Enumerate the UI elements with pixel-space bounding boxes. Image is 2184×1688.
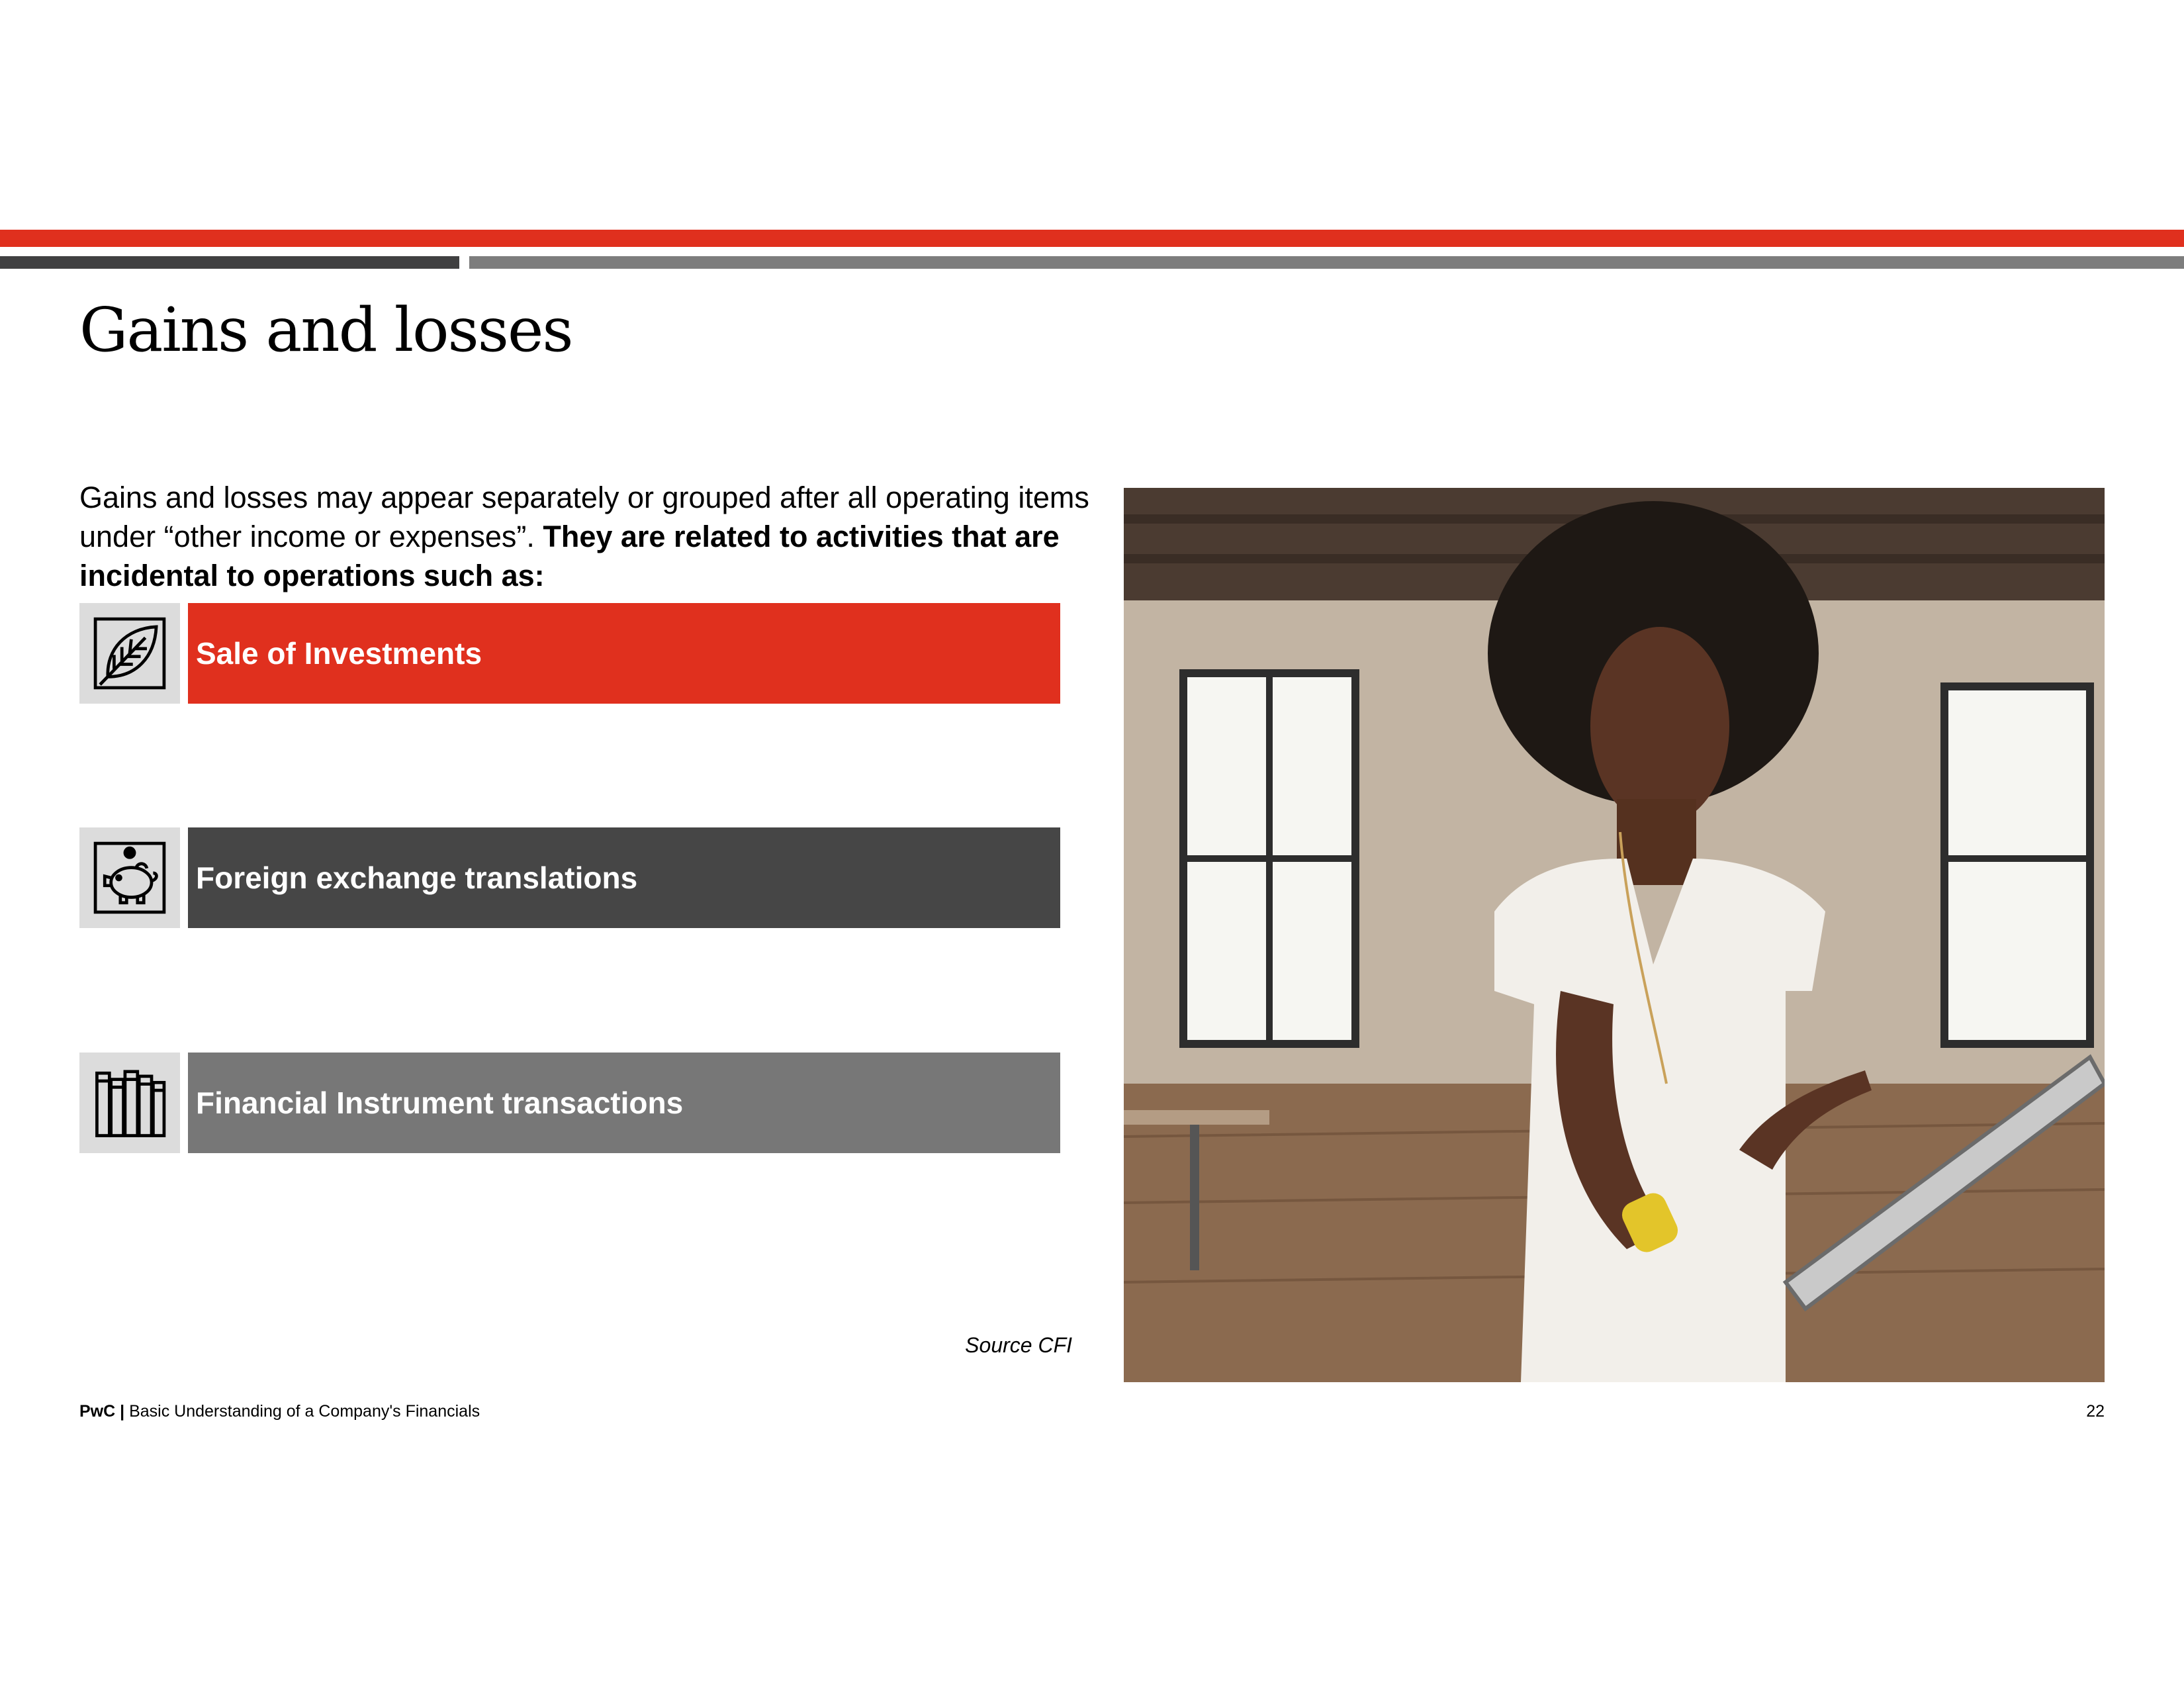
header-rule-dark [0, 256, 459, 269]
intro-paragraph: Gains and losses may appear separately o… [79, 478, 1092, 595]
books-icon [79, 1053, 180, 1153]
item-financial-instrument-transactions: Financial Instrument transactions [188, 1053, 1060, 1153]
slide-title: Gains and losses [79, 295, 574, 365]
source-note: Source CFI [965, 1333, 1072, 1357]
header-rule-grey [469, 256, 2184, 269]
item-label: Financial Instrument transactions [196, 1086, 684, 1120]
item-foreign-exchange-translations: Foreign exchange translations [188, 827, 1060, 928]
item-label: Sale of Investments [196, 636, 482, 671]
item-label: Foreign exchange translations [196, 861, 638, 895]
header-rule-red [0, 230, 2184, 247]
page-number: 22 [2086, 1402, 2105, 1421]
woman-with-tablet-photo [1124, 488, 2105, 1382]
piggy-bank-icon [79, 827, 180, 928]
footer-text: Basic Understanding of a Company's Finan… [129, 1402, 480, 1421]
footer: PwC | Basic Understanding of a Company's… [79, 1402, 480, 1421]
footer-brand: PwC [79, 1402, 116, 1421]
footer-separator: | [115, 1402, 130, 1421]
item-sale-of-investments: Sale of Investments [188, 603, 1060, 704]
leaf-icon [79, 603, 180, 704]
